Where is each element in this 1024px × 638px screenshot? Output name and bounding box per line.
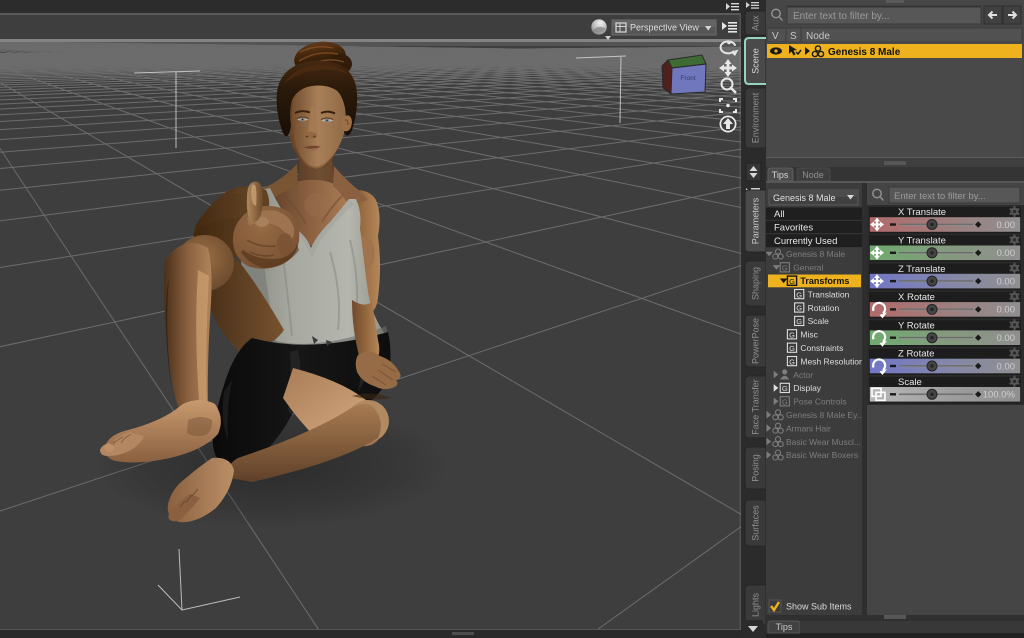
svg-text:Genesis 8 Male: Genesis 8 Male: [786, 249, 845, 259]
svg-text:Front: Front: [680, 75, 695, 82]
svg-text:Shaping: Shaping: [751, 267, 761, 300]
svg-text:Actor: Actor: [793, 370, 813, 380]
svg-text:S: S: [790, 31, 797, 42]
svg-text:Scale: Scale: [808, 316, 830, 326]
svg-text:Scene: Scene: [751, 48, 761, 74]
svg-text:Parameters: Parameters: [751, 197, 761, 244]
svg-text:G: G: [782, 264, 788, 273]
svg-text:Environment: Environment: [751, 92, 761, 143]
svg-text:G: G: [796, 304, 802, 313]
svg-text:Genesis 8 Male: Genesis 8 Male: [828, 47, 901, 58]
svg-text:General: General: [793, 263, 823, 273]
svg-text:G: G: [789, 277, 795, 286]
svg-text:Node: Node: [802, 170, 824, 180]
svg-text:Z Translate: Z Translate: [898, 264, 946, 275]
svg-text:G: G: [782, 384, 788, 393]
svg-text:G: G: [796, 290, 802, 299]
svg-text:Y Translate: Y Translate: [898, 236, 946, 247]
svg-text:0.00: 0.00: [997, 276, 1016, 287]
svg-text:G: G: [796, 317, 802, 326]
svg-text:100.0%: 100.0%: [983, 390, 1016, 401]
svg-text:Face Transfer: Face Transfer: [751, 379, 761, 435]
svg-text:V: V: [772, 31, 779, 42]
svg-text:Scale: Scale: [898, 377, 922, 388]
svg-text:G: G: [789, 331, 795, 340]
svg-text:Favorites: Favorites: [774, 223, 813, 234]
svg-text:Enter text to filter by...: Enter text to filter by...: [793, 11, 890, 22]
svg-text:Display: Display: [793, 383, 822, 393]
svg-text:Aux: Aux: [751, 15, 761, 31]
svg-text:0.00: 0.00: [997, 248, 1016, 259]
svg-text:Basic Wear Muscl...: Basic Wear Muscl...: [786, 437, 861, 447]
svg-text:Genesis 8 Male: Genesis 8 Male: [773, 193, 836, 203]
svg-text:Mesh Resolution: Mesh Resolution: [800, 356, 864, 366]
svg-text:Misc: Misc: [800, 330, 818, 340]
svg-text:Basic Wear Boxers: Basic Wear Boxers: [786, 450, 858, 460]
svg-text:G: G: [789, 357, 795, 366]
svg-text:G: G: [789, 344, 795, 353]
svg-text:Surfaces: Surfaces: [751, 505, 761, 541]
svg-text:Perspective View: Perspective View: [630, 23, 699, 33]
svg-text:Lights: Lights: [751, 592, 761, 617]
svg-text:Translation: Translation: [808, 289, 850, 299]
svg-text:X Translate: X Translate: [898, 207, 946, 218]
svg-text:Constraints: Constraints: [800, 343, 843, 353]
svg-text:0.00: 0.00: [997, 361, 1016, 372]
svg-text:0.00: 0.00: [997, 305, 1016, 316]
svg-text:Armani Hair: Armani Hair: [786, 423, 831, 433]
svg-text:Transforms: Transforms: [800, 276, 849, 286]
svg-text:Z Rotate: Z Rotate: [898, 349, 934, 360]
svg-text:Tips: Tips: [772, 170, 789, 180]
svg-text:Genesis 8 Male Ey...: Genesis 8 Male Ey...: [786, 410, 864, 420]
svg-text:Rotation: Rotation: [808, 303, 840, 313]
svg-text:G: G: [782, 398, 788, 407]
svg-text:Posing: Posing: [751, 454, 761, 482]
svg-text:All: All: [774, 209, 785, 220]
svg-text:Pose Controls: Pose Controls: [793, 397, 846, 407]
svg-text:0.00: 0.00: [997, 220, 1016, 231]
svg-text:X Rotate: X Rotate: [898, 292, 935, 303]
svg-text:0.00: 0.00: [997, 333, 1016, 344]
svg-text:PowerPose: PowerPose: [751, 318, 761, 364]
svg-text:Tips: Tips: [776, 622, 793, 632]
svg-text:Enter text to filter by...: Enter text to filter by...: [894, 191, 986, 202]
svg-text:Show Sub Items: Show Sub Items: [786, 602, 852, 612]
svg-text:Y Rotate: Y Rotate: [898, 320, 935, 331]
svg-text:Node: Node: [806, 31, 830, 42]
svg-text:Currently Used: Currently Used: [774, 236, 837, 247]
